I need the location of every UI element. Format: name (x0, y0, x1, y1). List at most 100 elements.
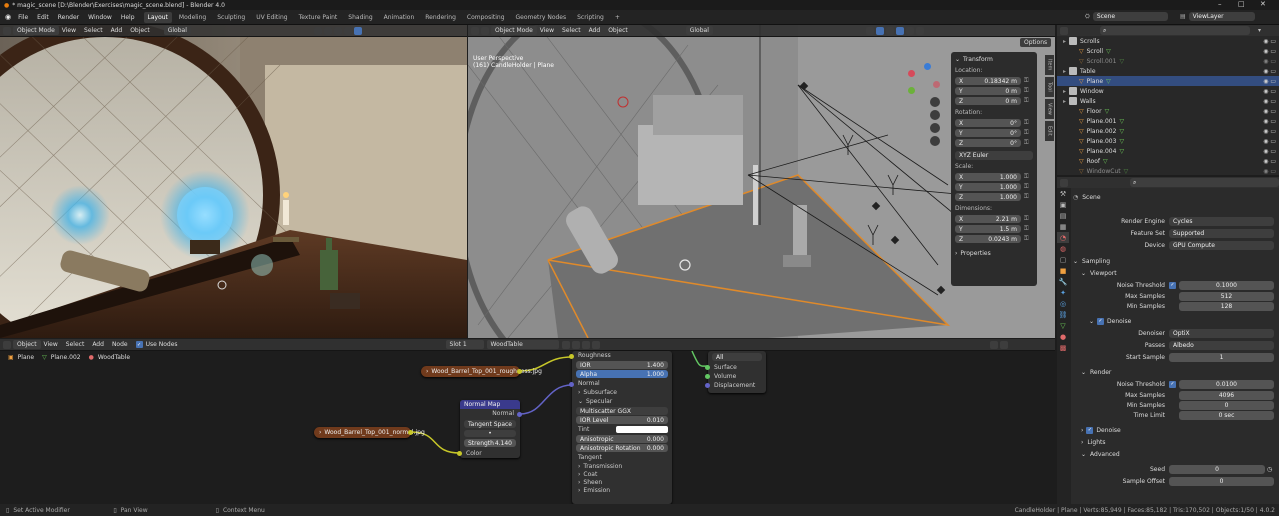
dimension-z-field[interactable]: Z 0.0243 m (955, 235, 1021, 243)
minimize-button[interactable]: – (1218, 0, 1222, 8)
visibility-icon[interactable]: ◉ ▭ (1263, 118, 1276, 125)
clock-icon[interactable]: ◷ (1267, 466, 1272, 473)
volume-socket[interactable] (705, 374, 710, 379)
data-tab-icon[interactable]: ▽ (1057, 320, 1069, 331)
vp-denoise-subpanel[interactable]: ⌄ ✓ Denoise (1073, 315, 1277, 327)
outliner-row-plane-004[interactable]: ▽ Plane.004 ▽ ◉ ▭ (1057, 146, 1279, 156)
select-box-icon[interactable] (481, 26, 489, 35)
vp-max-field[interactable]: 512 (1179, 291, 1274, 301)
r-max-field[interactable]: 4096 (1179, 390, 1274, 400)
dimension-y-field[interactable]: Y 1.5 m (955, 225, 1021, 233)
navigation-gizmo[interactable] (906, 63, 946, 103)
scale-x-field[interactable]: X 1.000 (955, 173, 1021, 181)
color-output-socket[interactable] (408, 430, 413, 435)
render-tab-icon[interactable]: ▣ (1057, 199, 1069, 210)
target-dropdown[interactable]: All (712, 353, 762, 361)
menu-add[interactable]: Add (589, 27, 601, 34)
time-limit-field[interactable]: 0 sec (1179, 410, 1274, 420)
menu-render[interactable]: Render (58, 14, 79, 21)
location-z-field[interactable]: Z 0 m (955, 97, 1021, 105)
principled-bsdf-node[interactable]: Roughness IOR 1.400 Alpha 1.000 Normal › Su… (569, 351, 672, 504)
menu-window[interactable]: Window (88, 14, 112, 21)
sidebar-tab-item[interactable]: Item (1045, 55, 1054, 75)
vp-min-field[interactable]: 128 (1179, 301, 1274, 311)
lights-subpanel[interactable]: › Lights (1073, 436, 1277, 448)
rotation-z-field[interactable]: Z 0° (955, 139, 1021, 147)
image-texture-node-normal[interactable]: › Wood_Barrel_Top_001_normal.jpg (314, 427, 425, 438)
tint-swatch[interactable] (616, 426, 668, 433)
sidebar-tab-edit[interactable]: Edit (1045, 121, 1054, 141)
collection-tab-icon[interactable]: ▢ (1057, 254, 1069, 265)
gizmo-y-icon[interactable] (908, 87, 915, 94)
tab-layout[interactable]: Layout (143, 11, 172, 23)
view-layer-field[interactable]: ViewLayer (1188, 12, 1255, 21)
properties-search[interactable]: ⌕ (1129, 178, 1279, 187)
tab-sculpting[interactable]: Sculpting (213, 12, 249, 23)
menu-select[interactable]: Select (562, 27, 581, 34)
lock-icon[interactable]: ⚿ (1024, 235, 1029, 243)
specular-panel[interactable]: ⌄ Specular (572, 397, 672, 406)
editor-type-icon[interactable] (1060, 178, 1068, 187)
lock-icon[interactable]: ⚿ (1024, 97, 1029, 105)
alpha-field[interactable]: Alpha 1.000 (576, 370, 668, 378)
tab-uv-editing[interactable]: UV Editing (252, 12, 291, 23)
lock-icon[interactable]: ⚿ (1024, 193, 1029, 201)
anisotropic-rotation-field[interactable]: Anisotropic Rotation 0.000 (576, 444, 668, 452)
visibility-icon[interactable]: ◉ ▭ (1263, 88, 1276, 95)
render-engine-dropdown[interactable]: Cycles (1169, 216, 1274, 226)
orientation-dropdown[interactable]: Global (685, 26, 713, 35)
normal-map-node[interactable]: Normal Map Normal Tangent Space • Streng… (457, 400, 522, 458)
outliner-row-plane-002[interactable]: ▽ Plane.002 ▽ ◉ ▭ (1057, 126, 1279, 136)
uv-map-field[interactable]: • (464, 430, 516, 437)
visibility-icon[interactable]: ◉ ▭ (1263, 168, 1276, 175)
location-y-field[interactable]: Y 0 m (955, 87, 1021, 95)
options-button[interactable]: Options (1020, 38, 1052, 47)
mode-dropdown[interactable]: Object Mode (491, 26, 537, 35)
xray-icon[interactable] (875, 26, 884, 35)
properties-subpanel[interactable]: › Properties (951, 248, 1037, 258)
view-layer-tab-icon[interactable]: ▦ (1057, 221, 1069, 232)
outliner-row-window[interactable]: ▸ Window ◉ ▭ (1057, 86, 1279, 96)
subsurface-panel[interactable]: › Subsurface (572, 388, 672, 397)
sidebar-tab-view[interactable]: View (1045, 99, 1054, 119)
image-texture-node-roughness[interactable]: › Wood_Barrel_Top_001_roughness.jpg (421, 366, 542, 377)
visibility-icon[interactable]: ◉ ▭ (1263, 58, 1276, 65)
lock-icon[interactable]: ⚿ (1024, 225, 1029, 233)
location-x-field[interactable]: X 0.18342 m (955, 77, 1021, 85)
sampling-panel[interactable]: ⌄ Sampling (1073, 255, 1277, 267)
roughness-socket[interactable] (569, 354, 574, 359)
snap-icon[interactable] (313, 26, 322, 35)
shading-material-icon[interactable] (905, 26, 914, 35)
shading-rendered-icon[interactable] (353, 26, 362, 35)
shading-material-icon[interactable] (343, 26, 352, 35)
visibility-icon[interactable]: ◉ ▭ (1263, 68, 1276, 75)
normal-socket[interactable] (569, 382, 574, 387)
tab-rendering[interactable]: Rendering (421, 12, 460, 23)
lock-icon[interactable]: ⚿ (1024, 77, 1029, 85)
denoiser-dropdown[interactable]: OptiX (1169, 328, 1274, 338)
gizmo-x-icon[interactable] (908, 70, 915, 77)
zoom-icon[interactable] (930, 97, 940, 107)
render-subpanel[interactable]: ⌄ Render (1073, 366, 1277, 378)
mode-dropdown[interactable]: Object Mode (13, 26, 59, 35)
space-dropdown[interactable]: Tangent Space (464, 420, 516, 428)
outliner-row-windowcut[interactable]: ▽ WindowCut ▽ ◉ ▭ (1057, 166, 1279, 175)
display-mode-icon[interactable] (1060, 26, 1068, 35)
viewport-subpanel[interactable]: ⌄ Viewport (1073, 267, 1277, 279)
physics-tab-icon[interactable]: ◎ (1057, 298, 1069, 309)
visibility-icon[interactable]: ◉ ▭ (1263, 48, 1276, 55)
start-sample-field[interactable]: 1 (1169, 352, 1274, 362)
scene-tab-icon[interactable]: ◔ (1057, 232, 1069, 243)
anisotropic-field[interactable]: Anisotropic 0.000 (576, 435, 668, 443)
sheen-panel[interactable]: › Sheen (572, 478, 672, 486)
displacement-socket[interactable] (705, 383, 710, 388)
blender-menu-icon[interactable]: ◉ (5, 13, 11, 21)
visibility-icon[interactable]: ◉ ▭ (1263, 148, 1276, 155)
tab-shading[interactable]: Shading (344, 12, 376, 23)
outliner-row-plane-003[interactable]: ▽ Plane.003 ▽ ◉ ▭ (1057, 136, 1279, 146)
rotation-y-field[interactable]: Y 0° (955, 129, 1021, 137)
tab-texture-paint[interactable]: Texture Paint (295, 12, 342, 23)
tab-scripting[interactable]: Scripting (573, 12, 608, 23)
advanced-subpanel[interactable]: ⌄ Advanced (1073, 448, 1277, 460)
visibility-icon[interactable]: ◉ ▭ (1263, 128, 1276, 135)
